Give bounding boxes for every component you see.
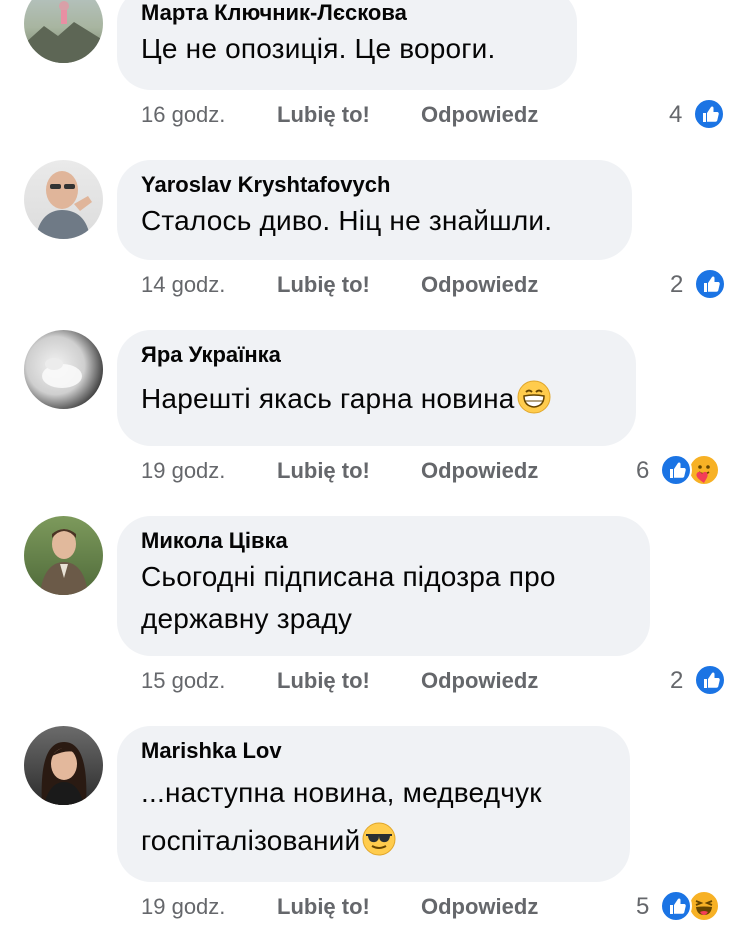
comment-timestamp[interactable]: 19 godz. <box>141 892 225 922</box>
comment-author[interactable]: Yaroslav Kryshtafovych <box>141 170 608 200</box>
comment-text-content: Нарешті якась гарна новина <box>141 383 515 414</box>
comment-text-line: ...наступна новина, медведчук <box>141 777 542 808</box>
comment-author[interactable]: Микола Цівка <box>141 526 626 556</box>
sunglasses-face-icon <box>362 822 396 856</box>
like-button[interactable]: Lubię to! <box>277 456 370 486</box>
like-icon <box>694 664 726 696</box>
reaction-summary[interactable]: 2 <box>668 664 730 698</box>
comment-timestamp[interactable]: 14 godz. <box>141 270 225 300</box>
like-button[interactable]: Lubię to! <box>277 270 370 300</box>
comment-bubble: Marishka Lov ...наступна новина, медведч… <box>117 726 630 882</box>
comment-text: Нарешті якась гарна новина <box>141 378 612 420</box>
comment-bubble: Yaroslav Kryshtafovych Сталось диво. Ніц… <box>117 160 632 260</box>
reaction-count: 6 <box>636 457 650 484</box>
comment-bubble: Микола Цівка Сьогодні підписана підозра … <box>117 516 650 656</box>
like-button[interactable]: Lubię to! <box>277 666 370 696</box>
reaction-summary[interactable]: 6 <box>634 454 730 488</box>
like-icon <box>693 98 725 130</box>
reply-button[interactable]: Odpowiedz <box>421 270 538 300</box>
reaction-summary[interactable]: 2 <box>668 268 730 302</box>
avatar[interactable] <box>24 160 103 239</box>
avatar[interactable] <box>24 330 103 409</box>
grinning-face-icon <box>517 380 551 414</box>
reply-button[interactable]: Odpowiedz <box>421 456 538 486</box>
reaction-count: 4 <box>669 101 683 128</box>
avatar[interactable] <box>24 0 103 63</box>
reaction-summary[interactable]: 5 <box>634 890 730 924</box>
comment-text: Сталось диво. Ніц не знайшли. <box>141 205 553 236</box>
comment-bubble: Яра Українка Нарешті якась гарна новина <box>117 330 636 446</box>
reaction-summary[interactable]: 4 <box>667 98 729 132</box>
avatar[interactable] <box>24 516 103 595</box>
like-button[interactable]: Lubię to! <box>277 892 370 922</box>
comment-text-line: державну зраду <box>141 603 353 634</box>
reaction-count: 2 <box>670 271 684 298</box>
comment-text-line: Сьогодні підписана підозра про <box>141 561 556 592</box>
reply-button[interactable]: Odpowiedz <box>421 100 538 130</box>
like-icon <box>660 454 692 486</box>
reply-button[interactable]: Odpowiedz <box>421 666 538 696</box>
reply-button[interactable]: Odpowiedz <box>421 892 538 922</box>
reaction-count: 5 <box>636 893 650 920</box>
comment-timestamp[interactable]: 16 godz. <box>141 100 225 130</box>
comment-timestamp[interactable]: 19 godz. <box>141 456 225 486</box>
comment-author[interactable]: Марта Ключник-Лєскова <box>141 0 553 28</box>
comment-author[interactable]: Яра Українка <box>141 340 612 370</box>
care-icon <box>688 454 720 486</box>
comment-text-content: госпіталізований <box>141 825 361 856</box>
comment-text: Це не опозиція. Це вороги. <box>141 33 496 64</box>
comment-bubble: Марта Ключник-Лєскова Це не опозиція. Це… <box>117 0 577 90</box>
avatar[interactable] <box>24 726 103 805</box>
comment-text-line: госпіталізований <box>141 820 606 862</box>
reaction-count: 2 <box>670 667 684 694</box>
like-button[interactable]: Lubię to! <box>277 100 370 130</box>
like-icon <box>694 268 726 300</box>
comment-author[interactable]: Marishka Lov <box>141 736 606 766</box>
haha-icon <box>688 890 720 922</box>
like-icon <box>660 890 692 922</box>
comment-timestamp[interactable]: 15 godz. <box>141 666 225 696</box>
